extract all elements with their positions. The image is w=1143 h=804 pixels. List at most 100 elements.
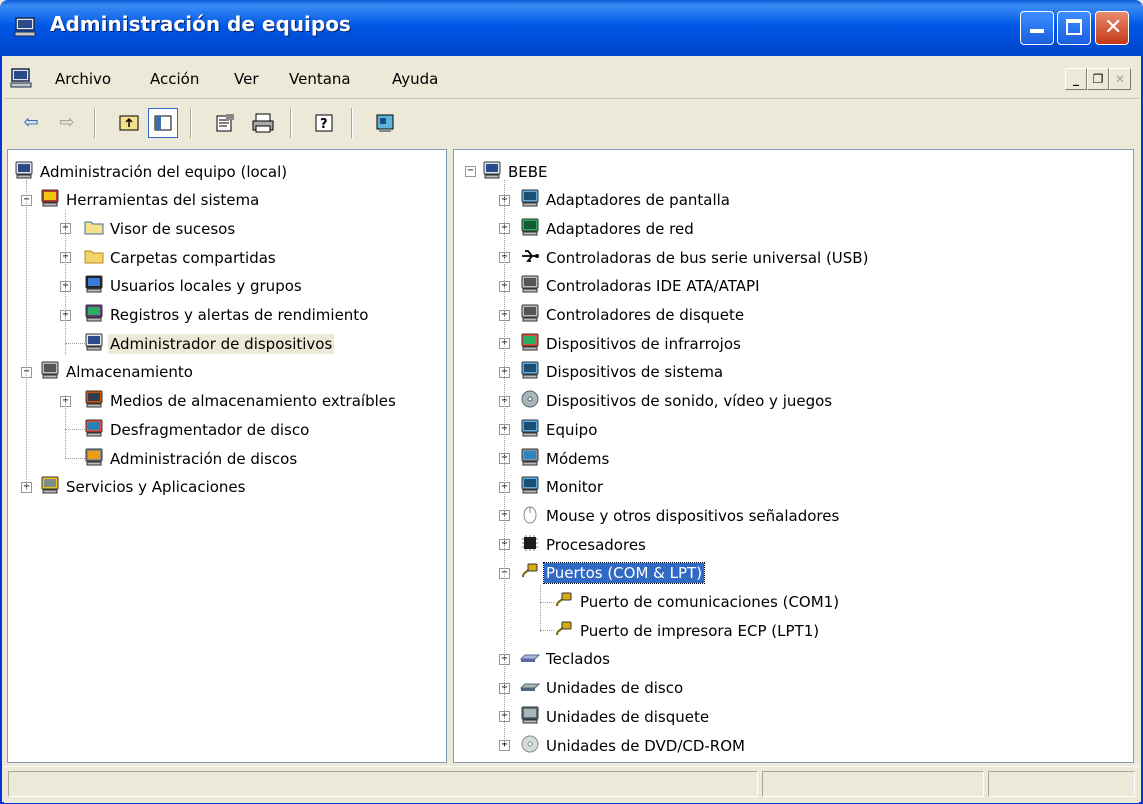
floppy-controller-icon — [521, 304, 539, 322]
tree-item[interactable]: Registros y alertas de rendimiento — [84, 302, 370, 328]
console-tree-pane[interactable]: Administración del equipo (local) − Herram… — [7, 149, 447, 763]
tree-item[interactable]: Procesadores — [520, 531, 648, 557]
tree-item-label: Teclados — [546, 650, 610, 669]
menu-archivo[interactable]: Archivo — [55, 70, 111, 88]
tree-item[interactable]: Módems — [520, 445, 611, 471]
disk-management-icon — [85, 448, 103, 465]
tree-connector-line — [504, 180, 505, 743]
mouse-icon — [523, 506, 537, 524]
tree-item-label: Procesadores — [546, 535, 646, 554]
keyboard-icon — [520, 654, 540, 663]
sound-icon — [521, 390, 539, 408]
up-folder-icon[interactable] — [114, 108, 144, 138]
usb-icon — [522, 249, 539, 262]
menu-ventana[interactable]: Ventana — [289, 70, 351, 88]
tree-item[interactable]: Puerto de comunicaciones (COM1) — [554, 589, 841, 615]
tree-item-label: Controladores de disquete — [546, 306, 745, 324]
minimize-button[interactable] — [1020, 11, 1054, 45]
tree-item[interactable]: Almacenamiento — [40, 359, 195, 385]
tree-item[interactable]: Herramientas del sistema — [40, 187, 261, 213]
tree-item[interactable]: Administrador de dispositivos — [84, 330, 335, 356]
floppy-drive-icon — [521, 706, 539, 724]
tree-item[interactable]: Administración de discos — [84, 445, 299, 471]
properties-icon[interactable] — [210, 108, 240, 138]
tree-item[interactable]: Monitor — [520, 474, 605, 500]
forward-arrow-icon[interactable]: ⇨ — [52, 108, 82, 138]
device-scan-icon[interactable] — [370, 108, 400, 138]
disk-drive-icon — [520, 683, 540, 692]
tree-item-label: Carpetas compartidas — [110, 248, 276, 267]
tree-item[interactable]: Medios de almacenamiento extraíbles — [84, 388, 398, 414]
close-button[interactable]: ✕ — [1095, 11, 1129, 45]
tree-item[interactable]: BEBE — [482, 158, 550, 184]
tree-item-label: Controladoras IDE ATA/ATAPI — [546, 277, 760, 296]
tree-item-label: Administrador de dispositivos — [108, 333, 335, 354]
toolbar-separator — [351, 108, 353, 138]
show-tree-icon[interactable] — [148, 108, 178, 138]
device-list-pane[interactable]: − BEBE + Adaptadores de pantalla + Adaptadore… — [453, 149, 1134, 763]
shared-folder-icon — [84, 250, 104, 264]
tree-item[interactable]: Servicios y Aplicaciones — [40, 474, 247, 500]
tree-item[interactable]: Puertos (COM & LPT) — [520, 560, 706, 586]
device-manager-icon — [85, 333, 103, 351]
mdi-close-button[interactable]: ✕ — [1109, 68, 1131, 90]
mdi-minimize-button[interactable]: _ — [1065, 68, 1087, 90]
tree-item-label: Controladoras de bus serie universal (US… — [546, 248, 869, 267]
tree-item[interactable]: Controladoras de bus serie universal (US… — [520, 244, 870, 270]
document-window-icon[interactable] — [10, 68, 32, 88]
status-cell — [762, 771, 984, 797]
window-title: Administración de equipos — [50, 12, 351, 36]
menu-ayuda[interactable]: Ayuda — [392, 70, 438, 88]
tree-connector-line — [65, 458, 85, 459]
toolbar-separator — [290, 108, 292, 138]
maximize-button[interactable] — [1057, 11, 1091, 45]
removable-storage-icon — [85, 390, 103, 408]
tree-item[interactable]: Puerto de impresora ECP (LPT1) — [554, 617, 821, 643]
computer-icon — [15, 161, 33, 178]
toolbar-separator — [190, 108, 192, 138]
menu-accion[interactable]: Acción — [150, 70, 199, 88]
tree-item[interactable]: Unidades de DVD/CD-ROM — [520, 732, 747, 758]
tree-item-label: BEBE — [508, 162, 548, 181]
tree-item[interactable]: Administración del equipo (local) — [14, 158, 289, 184]
tree-item[interactable]: Controladores de disquete — [520, 302, 746, 328]
tree-item-label: Dispositivos de sonido, vídeo y juegos — [546, 392, 833, 411]
tree-item[interactable]: Desfragmentador de disco — [84, 416, 311, 442]
tree-item[interactable]: Usuarios locales y grupos — [84, 273, 304, 299]
menu-ver[interactable]: Ver — [234, 70, 259, 88]
tree-item[interactable]: Visor de sucesos — [84, 215, 237, 241]
tree-item-label: Equipo — [546, 420, 598, 439]
tree-item-label: Adaptadores de red — [546, 219, 694, 238]
tree-item[interactable]: Teclados — [520, 646, 612, 672]
tree-item[interactable]: Unidades de disquete — [520, 703, 711, 729]
tree-item[interactable]: Mouse y otros dispositivos señaladores — [520, 502, 841, 528]
title-bar[interactable]: Administración de equipos ✕ — [0, 0, 1143, 56]
tree-item-label: Medios de almacenamiento extraíbles — [110, 392, 396, 411]
mdi-restore-button[interactable]: ❐ — [1087, 68, 1109, 90]
help-icon[interactable]: ? — [309, 108, 339, 138]
collapse-button[interactable]: − — [465, 166, 476, 177]
tree-item[interactable]: Carpetas compartidas — [84, 244, 278, 270]
display-adapter-icon — [521, 189, 539, 207]
tree-item[interactable]: Adaptadores de red — [520, 215, 696, 241]
tree-connector-line — [540, 630, 554, 632]
tree-item[interactable]: Equipo — [520, 416, 599, 442]
port-icon — [556, 621, 572, 635]
network-adapter-icon — [521, 218, 539, 236]
status-bar — [4, 766, 1139, 803]
back-arrow-icon[interactable]: ⇦ — [16, 108, 46, 138]
tree-item[interactable]: Controladoras IDE ATA/ATAPI — [520, 273, 762, 299]
tree-item[interactable]: Adaptadores de pantalla — [520, 187, 732, 213]
system-device-icon — [521, 361, 539, 379]
print-icon[interactable] — [248, 108, 278, 138]
tree-item-label: Almacenamiento — [66, 363, 193, 382]
monitor-icon — [521, 476, 539, 494]
tree-item-label: Desfragmentador de disco — [110, 420, 310, 439]
tree-item[interactable]: Dispositivos de infrarrojos — [520, 330, 743, 356]
defrag-icon — [85, 419, 103, 437]
computer-device-icon — [521, 419, 539, 437]
tree-item[interactable]: Dispositivos de sonido, vídeo y juegos — [520, 388, 834, 414]
tree-item[interactable]: Unidades de disco — [520, 675, 685, 701]
tree-item[interactable]: Dispositivos de sistema — [520, 359, 725, 385]
tree-item-label: Puertos (COM & LPT) — [542, 562, 706, 585]
